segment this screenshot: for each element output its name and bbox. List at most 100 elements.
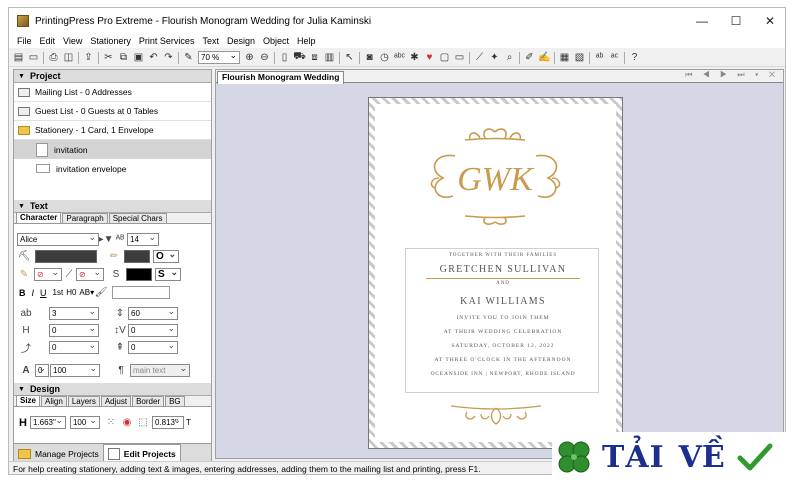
grid-icon[interactable]: ⁙ xyxy=(104,416,118,429)
highlight-icon[interactable]: ✍ xyxy=(537,51,552,65)
line-spacing-select[interactable]: 60 xyxy=(128,306,178,320)
invitation-item[interactable]: invitation xyxy=(14,140,211,159)
caps-button[interactable]: AB xyxy=(79,288,90,297)
minimize-icon[interactable]: — xyxy=(685,8,719,34)
symbol-icon[interactable]: ✱ xyxy=(407,51,422,65)
upload-icon[interactable]: ⇪ xyxy=(81,51,96,65)
menu-file[interactable]: File xyxy=(13,36,36,46)
open-icon[interactable]: ▭ xyxy=(26,51,41,65)
font-size-select[interactable]: 14 xyxy=(127,232,159,246)
tab-nav[interactable]: ⏮ ◀ ▶ ⏭ ▾ ✕ xyxy=(685,70,779,80)
tab-layers[interactable]: Layers xyxy=(67,396,100,406)
angle-select[interactable]: 0 xyxy=(35,363,49,377)
tab-bg[interactable]: BG xyxy=(165,396,185,406)
pages-icon[interactable]: ⧈ xyxy=(307,51,322,65)
copy-icon[interactable]: ⧉ xyxy=(116,51,131,65)
menu-stationery[interactable]: Stationery xyxy=(86,36,135,46)
menu-view[interactable]: View xyxy=(59,36,86,46)
v-offset-select[interactable]: 0 xyxy=(128,323,178,337)
document-tab[interactable]: Flourish Monogram Wedding xyxy=(217,71,345,84)
menu-design[interactable]: Design xyxy=(223,36,259,46)
menu-text[interactable]: Text xyxy=(198,36,223,46)
height-pct-select[interactable]: 100 xyxy=(69,415,100,429)
shadow-style-select[interactable]: S xyxy=(155,267,181,281)
outline-style-select[interactable]: O xyxy=(153,249,179,263)
superscript-button[interactable]: 1st xyxy=(53,288,64,297)
filter-icon[interactable]: ▸▼ xyxy=(99,233,114,246)
menu-help[interactable]: Help xyxy=(293,36,320,46)
project-header[interactable]: ▼ Project xyxy=(14,70,211,83)
tab-border[interactable]: Border xyxy=(132,396,165,406)
scale-select[interactable]: 100 xyxy=(50,363,100,377)
guest-list-item[interactable]: Guest List - 0 Guests at 0 Tables xyxy=(14,102,211,121)
invitation-page[interactable]: GWK TOGETHER WITH THEIR FAMILIES GRETCHE… xyxy=(368,97,623,449)
tab-paragraph[interactable]: Paragraph xyxy=(62,213,108,223)
menu-object[interactable]: Object xyxy=(259,36,293,46)
spellcheck-icon[interactable]: ᵃᵇ xyxy=(592,51,607,65)
edit-properties-icon[interactable]: ▧ xyxy=(572,51,587,65)
eyedropper-icon[interactable]: ⟋ xyxy=(472,51,487,65)
tab-size[interactable]: Size xyxy=(16,395,41,406)
tab-special-chars[interactable]: Special Chars xyxy=(108,213,167,223)
h-offset-select[interactable]: 0 xyxy=(49,323,99,337)
style-sheet-select[interactable]: main text xyxy=(130,363,190,377)
new-icon[interactable]: ▤ xyxy=(11,51,26,65)
brush-icon[interactable]: 🖌 xyxy=(94,286,108,299)
panel-icon[interactable]: ▥ xyxy=(322,51,337,65)
shadow-color-swatch[interactable] xyxy=(126,268,152,281)
zoom-select[interactable]: 70 % xyxy=(198,50,240,64)
camera-icon[interactable]: ◙ xyxy=(362,51,377,65)
menu-print-services[interactable]: Print Services xyxy=(135,36,199,46)
bold-button[interactable]: B xyxy=(19,288,26,298)
undo-icon[interactable]: ↶ xyxy=(146,51,161,65)
font-select[interactable]: Alice xyxy=(17,232,99,246)
text-color-swatch[interactable] xyxy=(35,250,97,263)
menu-edit[interactable]: Edit xyxy=(36,36,60,46)
mailing-list-item[interactable]: Mailing List - 0 Addresses xyxy=(14,83,211,102)
redo-icon[interactable]: ↷ xyxy=(161,51,176,65)
outline-color-swatch[interactable] xyxy=(124,250,150,263)
tab-character[interactable]: Character xyxy=(16,212,62,223)
label-icon[interactable]: ▭ xyxy=(452,51,467,65)
rotation-select[interactable]: 0 xyxy=(49,340,99,354)
properties-icon[interactable]: ▦ xyxy=(557,51,572,65)
letter-spacing-select[interactable]: 3 xyxy=(49,306,99,320)
zoom-in-icon[interactable]: ⊕ xyxy=(242,51,257,65)
close-icon[interactable]: ✕ xyxy=(753,8,785,34)
monogram-flourish[interactable]: GWK xyxy=(425,126,566,226)
magic-icon[interactable]: ✦ xyxy=(487,51,502,65)
tab-align[interactable]: Align xyxy=(41,396,67,406)
print-preview-icon[interactable]: ◫ xyxy=(61,51,76,65)
text-abc-icon[interactable]: ᵃᵇᶜ xyxy=(392,51,407,65)
frame-icon[interactable]: ▢ xyxy=(437,51,452,65)
edit-box-icon[interactable]: ✐ xyxy=(522,51,537,65)
italic-button[interactable]: I xyxy=(32,288,35,298)
page-icon[interactable]: ▯ xyxy=(277,51,292,65)
cut-icon[interactable]: ✂ xyxy=(101,51,116,65)
design-header[interactable]: ▼ Design xyxy=(14,383,211,396)
envelope-item[interactable]: invitation envelope xyxy=(14,159,211,178)
baseline-select[interactable]: 0 xyxy=(128,340,178,354)
zoom-tool-icon[interactable]: ⌕ xyxy=(502,51,517,65)
highlight-none-select[interactable]: ⊘ xyxy=(34,267,62,281)
stationery-item[interactable]: Stationery - 1 Card, 1 Envelope xyxy=(14,121,211,140)
paste-icon[interactable]: ▣ xyxy=(131,51,146,65)
clock-icon[interactable]: ◷ xyxy=(377,51,392,65)
top-input[interactable]: 0.813" xyxy=(151,415,184,429)
shadow-none-select[interactable]: ⊘ xyxy=(76,267,104,281)
spellcheck-all-icon[interactable]: ᵃᶜ xyxy=(607,51,622,65)
heart-icon[interactable]: ♥ xyxy=(422,51,437,65)
select-arrow-icon[interactable]: ↖ xyxy=(342,51,357,65)
help-icon[interactable]: ? xyxy=(627,51,642,65)
maximize-icon[interactable]: ☐ xyxy=(719,8,753,34)
height-input[interactable]: 1.663" xyxy=(29,415,66,429)
truck-icon[interactable]: ⛟ xyxy=(292,51,307,65)
underline-button[interactable]: U xyxy=(40,288,47,298)
design-wizard-icon[interactable]: ✎ xyxy=(181,51,196,65)
print-icon[interactable]: ⎙ xyxy=(46,51,61,65)
tab-adjust[interactable]: Adjust xyxy=(100,396,132,406)
invitation-text-box[interactable]: TOGETHER WITH THEIR FAMILIES GRETCHEN SU… xyxy=(405,248,599,393)
h0-button[interactable]: H0 xyxy=(66,288,76,297)
zoom-out-icon[interactable]: ⊖ xyxy=(257,51,272,65)
center-target-icon[interactable]: ◉ xyxy=(120,416,134,429)
